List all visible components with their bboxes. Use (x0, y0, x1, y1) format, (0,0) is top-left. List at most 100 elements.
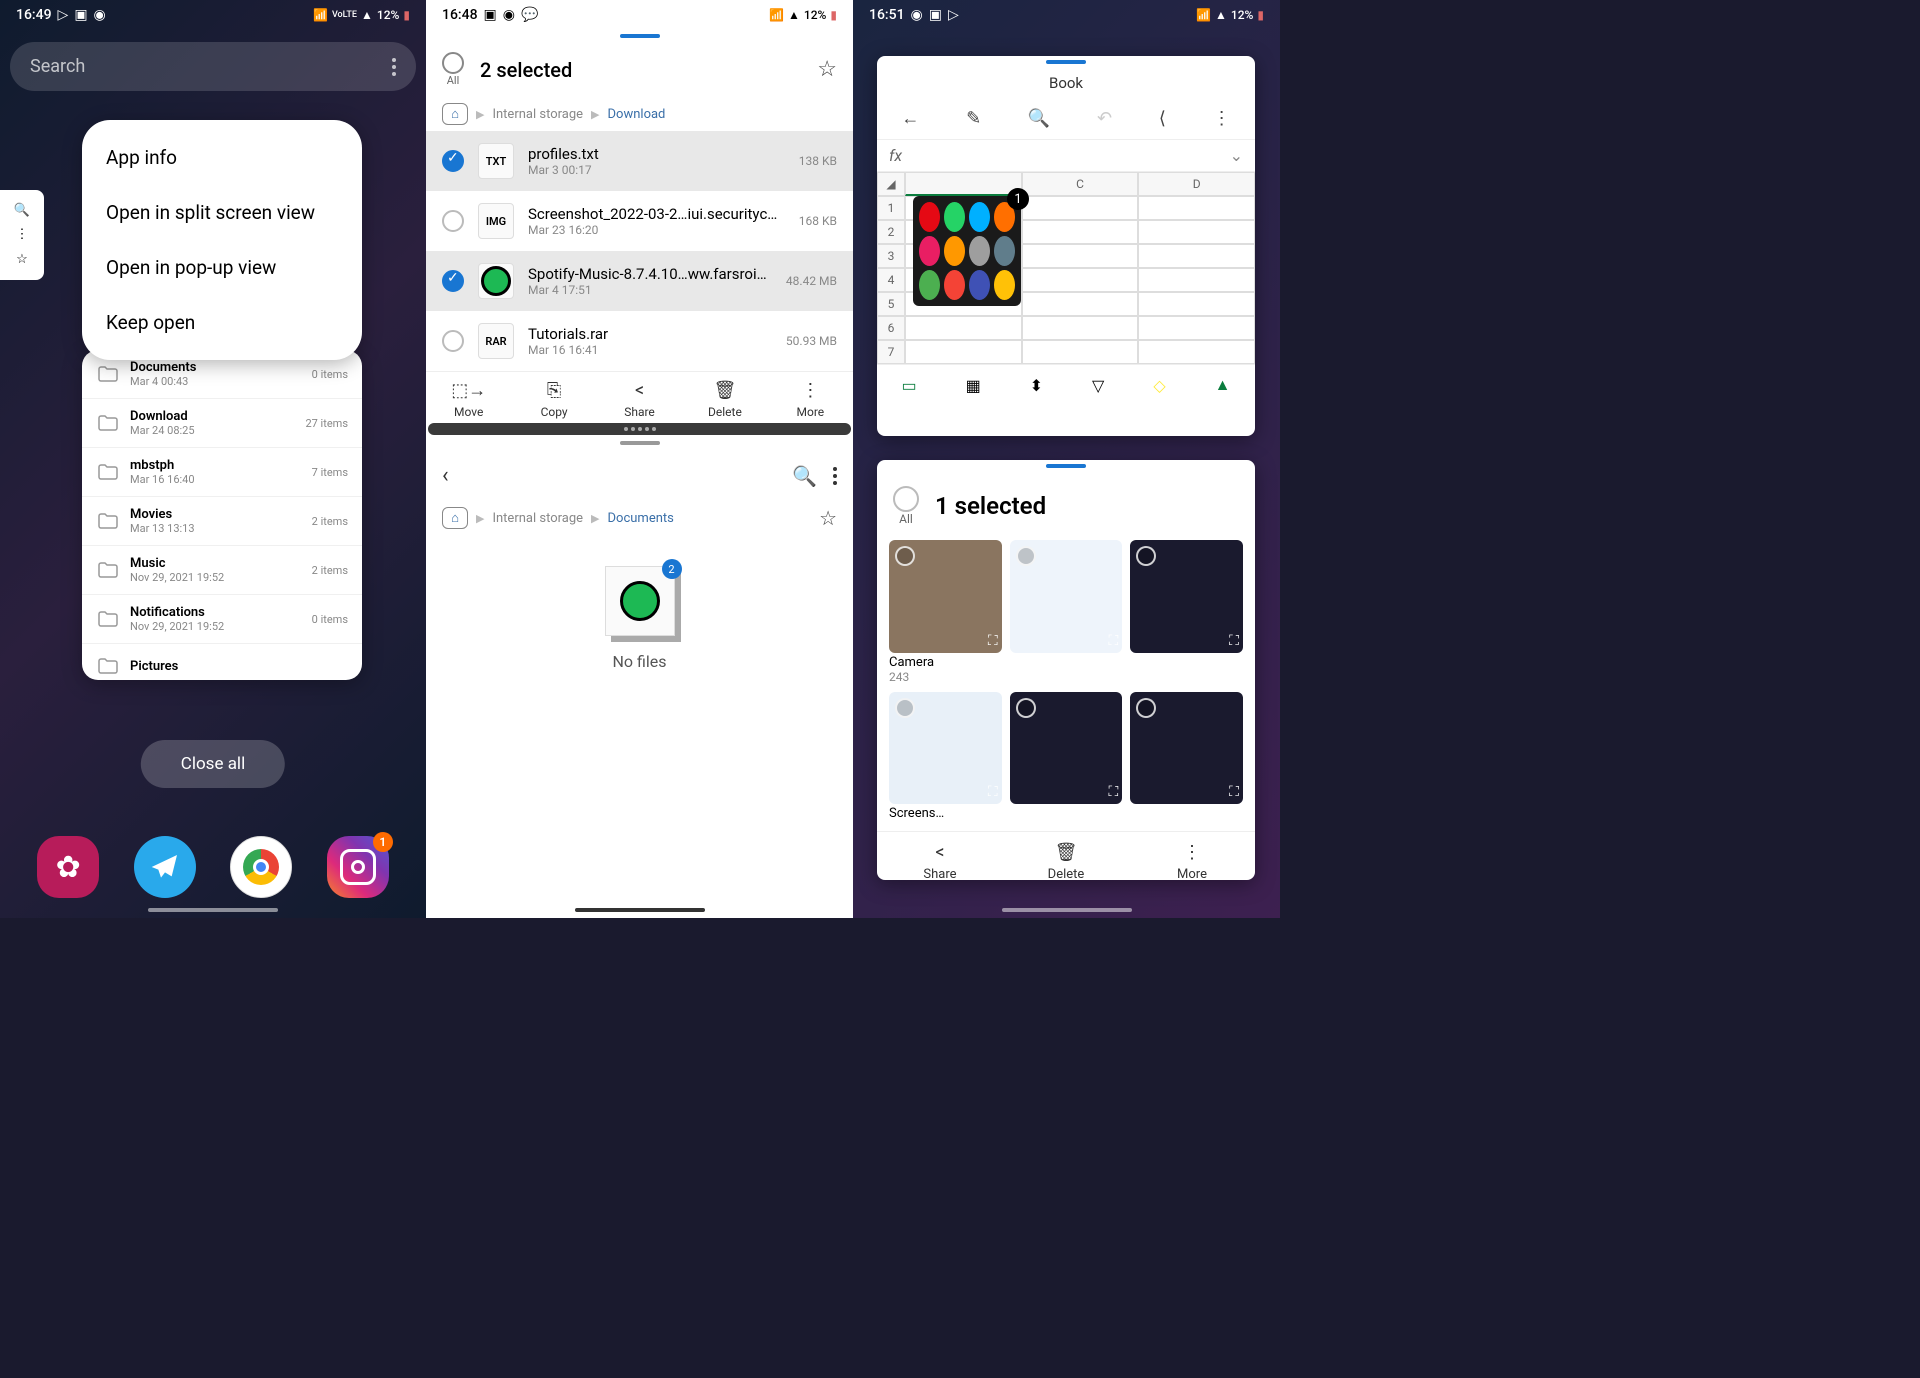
cell[interactable] (1138, 268, 1255, 292)
select-circle[interactable] (895, 546, 915, 566)
cell[interactable] (905, 340, 1022, 364)
gallery-item[interactable]: ⛶ (889, 692, 1002, 805)
breadcrumb-internal[interactable]: Internal storage (492, 107, 583, 122)
back-icon[interactable]: ← (901, 108, 919, 129)
row-header[interactable]: 3 (877, 244, 905, 268)
cell[interactable] (1022, 292, 1139, 316)
folder-row[interactable]: DownloadMar 24 08:25 27 items (82, 399, 362, 448)
breadcrumb[interactable]: ⌂ ▶ Internal storage ▶ Download (426, 97, 853, 131)
recent-app-card[interactable]: DocumentsMar 4 00:43 0 items DownloadMar… (82, 350, 362, 680)
menu-app-info[interactable]: App info (82, 130, 362, 185)
checkbox[interactable] (442, 210, 464, 232)
row-header[interactable]: 7 (877, 340, 905, 364)
dock-chrome[interactable] (230, 836, 292, 898)
expand-icon[interactable]: ⛶ (988, 784, 998, 800)
row-header[interactable]: 1 (877, 196, 905, 220)
cell[interactable] (1138, 220, 1255, 244)
row-header[interactable]: 6 (877, 316, 905, 340)
folder-row[interactable]: Pictures (82, 644, 362, 680)
folder-row[interactable]: MoviesMar 13 13:13 2 items (82, 497, 362, 546)
nav-handle[interactable] (1002, 908, 1132, 912)
more-icon[interactable] (392, 58, 396, 76)
floating-app-grid[interactable]: 1 (913, 196, 1021, 306)
corner-cell[interactable]: ◢ (877, 172, 905, 196)
share-icon[interactable]: ⟨ (1159, 108, 1166, 129)
row-header[interactable]: 5 (877, 292, 905, 316)
star-icon[interactable]: ☆ (16, 252, 28, 267)
back-icon[interactable]: ‹ (442, 463, 449, 488)
cell[interactable] (1138, 196, 1255, 220)
checkbox[interactable] (442, 150, 464, 172)
search-icon[interactable]: 🔍 (792, 464, 817, 488)
home-icon[interactable]: ⌂ (442, 103, 468, 125)
gallery-item[interactable]: ⛶ (1010, 540, 1123, 653)
nav-handle[interactable] (148, 908, 278, 912)
home-icon[interactable]: ⌂ (442, 507, 468, 529)
breadcrumb-internal[interactable]: Internal storage (492, 511, 583, 526)
breadcrumb-current[interactable]: Download (608, 107, 666, 122)
dock-telegram[interactable] (134, 836, 196, 898)
folder-row[interactable]: mbstphMar 16 16:40 7 items (82, 448, 362, 497)
row-header[interactable]: 4 (877, 268, 905, 292)
split-divider[interactable] (428, 423, 851, 435)
filter-icon[interactable]: ▽ (1092, 376, 1104, 395)
more-button[interactable]: ⋮More (768, 380, 853, 419)
select-all-checkbox[interactable] (442, 52, 464, 74)
gallery-item[interactable]: ⛶ (889, 540, 1002, 653)
drag-handle[interactable] (620, 34, 660, 38)
breadcrumb[interactable]: ⌂ ▶ Internal storage ▶ Documents ☆ (426, 500, 853, 536)
expand-icon[interactable]: ⛶ (1109, 784, 1119, 800)
menu-split-screen[interactable]: Open in split screen view (82, 185, 362, 240)
menu-keep-open[interactable]: Keep open (82, 295, 362, 350)
more-icon[interactable]: ⋮ (16, 227, 29, 242)
cell[interactable] (1138, 292, 1255, 316)
row-header[interactable]: 2 (877, 220, 905, 244)
dragged-file-icon[interactable]: 2 (605, 566, 675, 636)
gallery-item[interactable]: ⛶ (1010, 692, 1123, 805)
cell[interactable] (905, 316, 1022, 340)
folder-row[interactable]: NotificationsNov 29, 2021 19:52 0 items (82, 595, 362, 644)
expand-icon[interactable]: ⛶ (1109, 633, 1119, 649)
sheet-icon[interactable]: ▭ (901, 376, 916, 395)
share-button[interactable]: <Share (877, 842, 1003, 880)
move-button[interactable]: ⬚→Move (426, 380, 511, 419)
checkbox[interactable] (442, 330, 464, 352)
copy-button[interactable]: ⎘Copy (511, 380, 596, 419)
more-icon[interactable]: ⋮ (1213, 108, 1231, 129)
formula-bar[interactable]: fx ⌄ (877, 139, 1255, 172)
chevron-down-icon[interactable]: ⌄ (1230, 146, 1243, 165)
expand-icon[interactable]: ⛶ (988, 633, 998, 649)
share-button[interactable]: <Share (597, 380, 682, 419)
select-circle[interactable] (1016, 546, 1036, 566)
menu-popup-view[interactable]: Open in pop-up view (82, 240, 362, 295)
checkbox[interactable] (442, 270, 464, 292)
dock-gallery[interactable]: ✿ (37, 836, 99, 898)
spreadsheet-popup[interactable]: Book ← ✎ 🔍 ↶ ⟨ ⋮ fx ⌄ ◢ C D 1 2 3 (877, 56, 1255, 436)
col-header[interactable]: D (1138, 172, 1255, 196)
side-tab[interactable]: 🔍 ⋮ ☆ (0, 190, 44, 280)
file-row[interactable]: TXT profiles.txtMar 3 00:17 138 KB (426, 131, 853, 191)
expand-icon[interactable]: ⛶ (1229, 784, 1239, 800)
select-circle[interactable] (1136, 546, 1156, 566)
cell[interactable] (1022, 244, 1139, 268)
cell[interactable] (1022, 268, 1139, 292)
favorite-icon[interactable]: ☆ (819, 506, 837, 530)
drag-handle[interactable] (1046, 464, 1086, 468)
select-circle[interactable] (1016, 698, 1036, 718)
cell[interactable] (1138, 340, 1255, 364)
drag-handle[interactable] (1046, 60, 1086, 64)
more-icon[interactable] (833, 467, 837, 485)
drag-handle[interactable] (620, 441, 660, 445)
favorite-icon[interactable]: ☆ (817, 57, 837, 82)
col-header[interactable] (905, 172, 1022, 196)
dock-instagram[interactable]: 1 (327, 836, 389, 898)
cell[interactable] (1022, 196, 1139, 220)
delete-button[interactable]: 🗑Delete (1003, 842, 1129, 880)
chevron-up-icon[interactable]: ▲ (1215, 375, 1231, 395)
nav-handle[interactable] (575, 908, 705, 912)
breadcrumb-current[interactable]: Documents (608, 511, 674, 526)
col-header[interactable]: C (1022, 172, 1139, 196)
close-all-button[interactable]: Close all (141, 740, 285, 788)
select-all-checkbox[interactable] (893, 486, 919, 512)
delete-button[interactable]: 🗑Delete (682, 380, 767, 419)
